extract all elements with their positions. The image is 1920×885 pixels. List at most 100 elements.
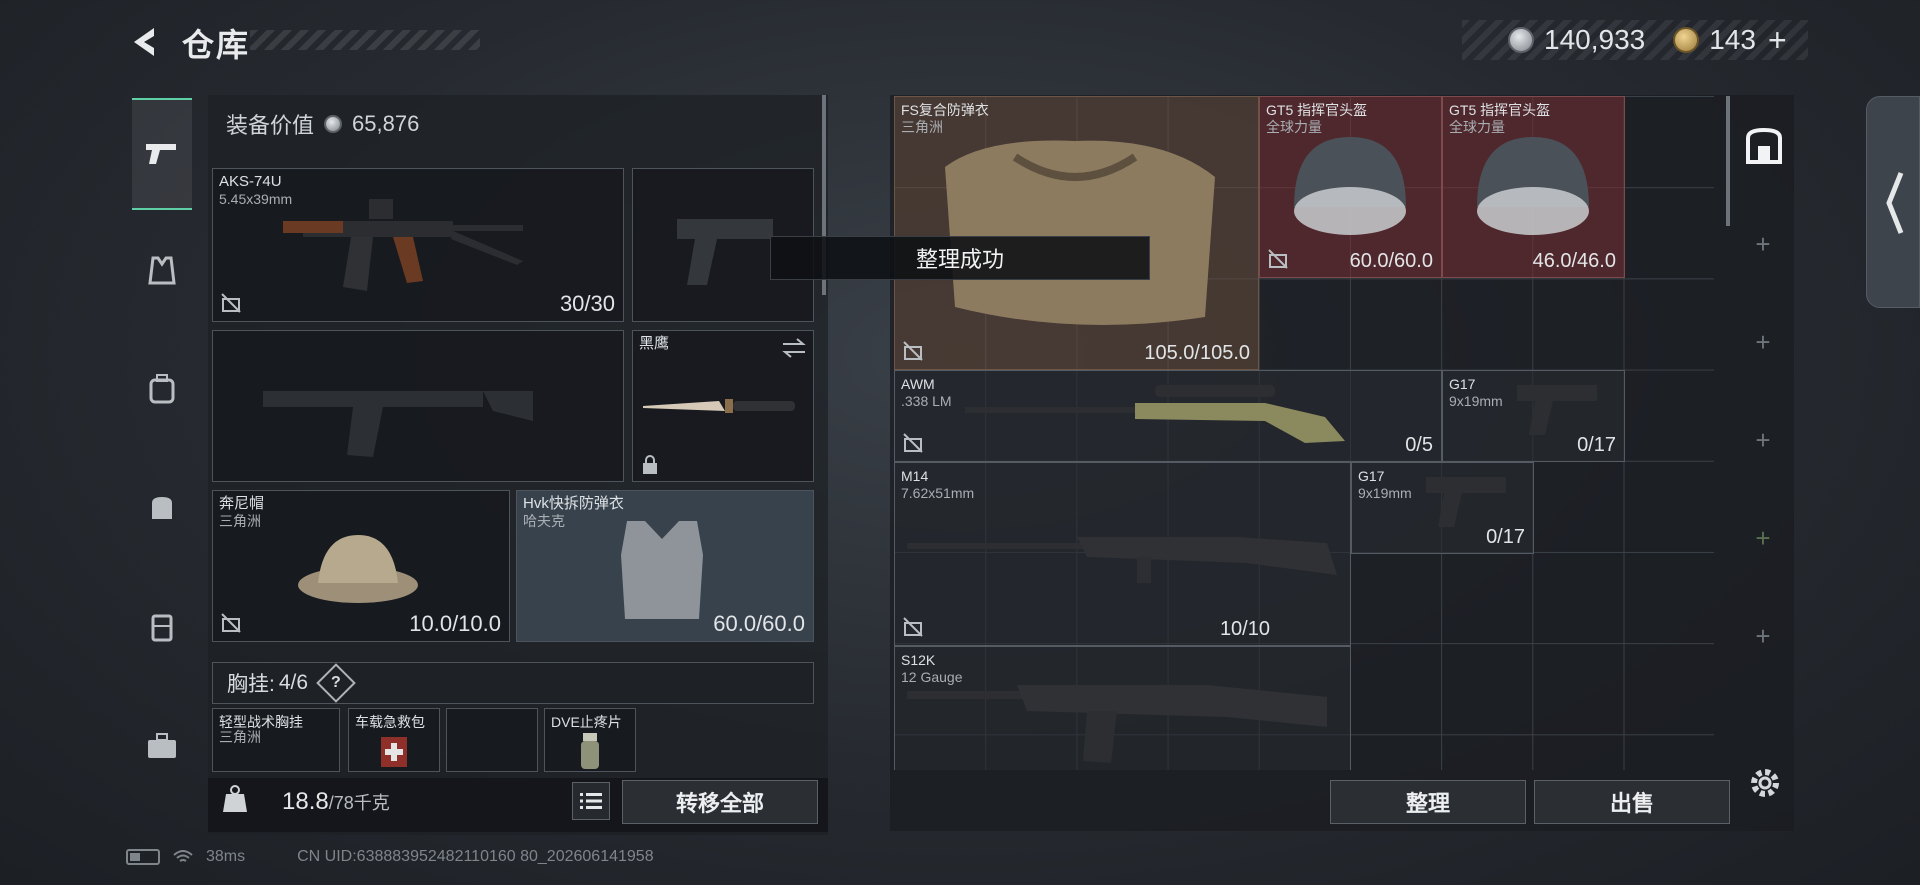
- transfer-all-button[interactable]: 转移全部: [622, 780, 818, 824]
- list-view-button[interactable]: [572, 782, 610, 820]
- vest-icon: [148, 256, 176, 285]
- weight-readout: 18.8/78千克: [282, 788, 390, 816]
- item-name: GT5 指挥官头盔: [1266, 102, 1368, 118]
- bag-icon: [152, 497, 172, 519]
- storage-item[interactable]: M14 7.62x51mm 10/10: [894, 462, 1351, 646]
- settings-gear-icon[interactable]: [1748, 766, 1782, 800]
- item-brand: 哈夫克: [523, 513, 565, 529]
- rail-tab-bags[interactable]: [134, 478, 190, 534]
- rail-tab-case[interactable]: [134, 598, 190, 654]
- knife-image: [643, 399, 795, 413]
- rail-tab-backpack[interactable]: [134, 360, 190, 416]
- help-icon[interactable]: ?: [316, 663, 356, 703]
- storage-scrollbar[interactable]: [1726, 96, 1730, 226]
- drawer-handle[interactable]: [1866, 96, 1920, 308]
- ping-readout: 38ms: [206, 848, 246, 865]
- swap-icon[interactable]: [781, 337, 807, 359]
- pill-bottle-icon: [581, 733, 599, 769]
- slot-helmet[interactable]: 奔尼帽 三角洲 10.0/10.0: [212, 490, 510, 642]
- item-name: FS复合防弹衣: [901, 102, 989, 118]
- silver-coin-icon: [324, 115, 343, 133]
- chest-rig-bar: 胸挂: 4/6 ?: [212, 662, 814, 704]
- add-storage-tab-5[interactable]: +: [1738, 606, 1788, 666]
- gold-coin-icon: [1673, 27, 1700, 53]
- armor-vest-image: [945, 140, 1215, 325]
- lock-icon: [643, 455, 657, 474]
- ammo-count: 0/5: [1405, 434, 1433, 456]
- add-storage-tab-1[interactable]: +: [1738, 214, 1788, 274]
- slot-secondary-weapon[interactable]: [212, 330, 624, 482]
- storage-item[interactable]: G17 9x19mm 0/17: [1351, 462, 1534, 554]
- add-storage-tab-4[interactable]: +: [1738, 508, 1788, 568]
- toolbox-icon: [148, 733, 176, 758]
- sort-button[interactable]: 整理: [1330, 780, 1526, 824]
- chevron-left-icon: [1886, 172, 1904, 234]
- item-sub: 9x19mm: [1358, 485, 1412, 501]
- rifle-image: [283, 199, 523, 291]
- sell-button[interactable]: 出售: [1534, 780, 1730, 824]
- storage-item[interactable]: AWM .338 LM 0/5: [894, 370, 1442, 462]
- silver-coin-icon: [1508, 27, 1534, 53]
- item-name: GT5 指挥官头盔: [1449, 102, 1551, 118]
- uid-readout: CN UID:638883952482110160 80_20260614195…: [297, 848, 654, 865]
- ammo-count: 10/10: [1219, 618, 1270, 640]
- equipment-value: 装备价值 65,876: [226, 108, 419, 140]
- add-currency-button[interactable]: +: [1768, 22, 1787, 59]
- rail-tab-weapons[interactable]: [132, 98, 192, 210]
- item-name: 奔尼帽: [219, 495, 265, 512]
- storage-item[interactable]: G17 9x19mm 0/17: [1442, 370, 1625, 462]
- storage-item[interactable]: GT5 指挥官头盔 全球力量 60.0/60.0: [1259, 96, 1442, 278]
- item-name: Hvk快拆防弹衣: [523, 495, 624, 512]
- pistol-silhouette-icon: [677, 219, 773, 285]
- weight-current: 18.8: [282, 788, 329, 815]
- storage-item[interactable]: S12K 12 Gauge: [894, 646, 1351, 770]
- shotgun-image: [907, 685, 1327, 763]
- item-sub: 9x19mm: [1449, 393, 1503, 409]
- no-insure-icon: [1268, 249, 1288, 269]
- chest-rig-capacity: 4/6: [278, 671, 309, 694]
- item-name: M14: [901, 468, 929, 484]
- rig-item[interactable]: 轻型战术胸挂 三角洲: [212, 708, 340, 772]
- durability: 105.0/105.0: [1144, 342, 1250, 364]
- slot-armor[interactable]: Hvk快拆防弹衣 哈夫克 60.0/60.0: [516, 490, 814, 642]
- slot-knife[interactable]: 黑鹰: [632, 330, 814, 482]
- storage-item[interactable]: FS复合防弹衣 三角洲 105.0/105.0: [894, 96, 1259, 370]
- no-insure-icon: [221, 613, 241, 633]
- durability: 60.0/60.0: [1349, 250, 1433, 272]
- weight-icon: [223, 785, 247, 812]
- item-brand: 三角洲: [219, 729, 261, 745]
- category-rail: [128, 92, 196, 792]
- page-title: 仓库: [182, 27, 251, 63]
- currency-secondary: 143: [1709, 24, 1756, 55]
- weight-max: /78千克: [328, 793, 390, 813]
- storage-item[interactable]: GT5 指挥官头盔 全球力量 46.0/46.0: [1442, 96, 1625, 278]
- add-storage-tab-3[interactable]: +: [1738, 410, 1788, 470]
- rail-tab-toolbox[interactable]: [134, 718, 190, 774]
- add-storage-tab-2[interactable]: +: [1738, 312, 1788, 372]
- wifi-icon: [173, 850, 193, 862]
- list-icon: [580, 793, 602, 809]
- case-icon: [151, 614, 173, 642]
- item-name: 车载急救包: [355, 714, 425, 730]
- rifle-silhouette-icon: [263, 391, 533, 457]
- rig-item-empty[interactable]: [446, 708, 538, 772]
- item-sub: .338 LM: [901, 393, 952, 409]
- ammo-count: 0/17: [1577, 434, 1616, 456]
- title-decoration: [250, 30, 480, 50]
- equipment-value-label: 装备价值: [226, 113, 315, 138]
- durability: 46.0/46.0: [1532, 250, 1616, 272]
- storage-side-tabs: + + + + +: [1738, 96, 1788, 776]
- slot-primary-weapon[interactable]: AKS-74U 5.45x39mm 30/30: [212, 168, 624, 322]
- rail-tab-armor[interactable]: [134, 242, 190, 298]
- item-sub: 7.62x51mm: [901, 485, 975, 501]
- sniper-rifle-image: [965, 385, 1345, 443]
- ammo-count: 30/30: [559, 291, 615, 316]
- ammo-count: 0/17: [1486, 526, 1525, 548]
- helmet-image: [1477, 137, 1589, 235]
- rig-item[interactable]: 车载急救包: [348, 708, 440, 772]
- rifle-image: [907, 537, 1337, 583]
- status-bar: 38ms CN UID:638883952482110160 80_202606…: [126, 848, 654, 866]
- rig-item[interactable]: DVE止疼片: [544, 708, 636, 772]
- back-arrow-icon[interactable]: [124, 22, 164, 62]
- currency-primary: 140,933: [1544, 24, 1646, 55]
